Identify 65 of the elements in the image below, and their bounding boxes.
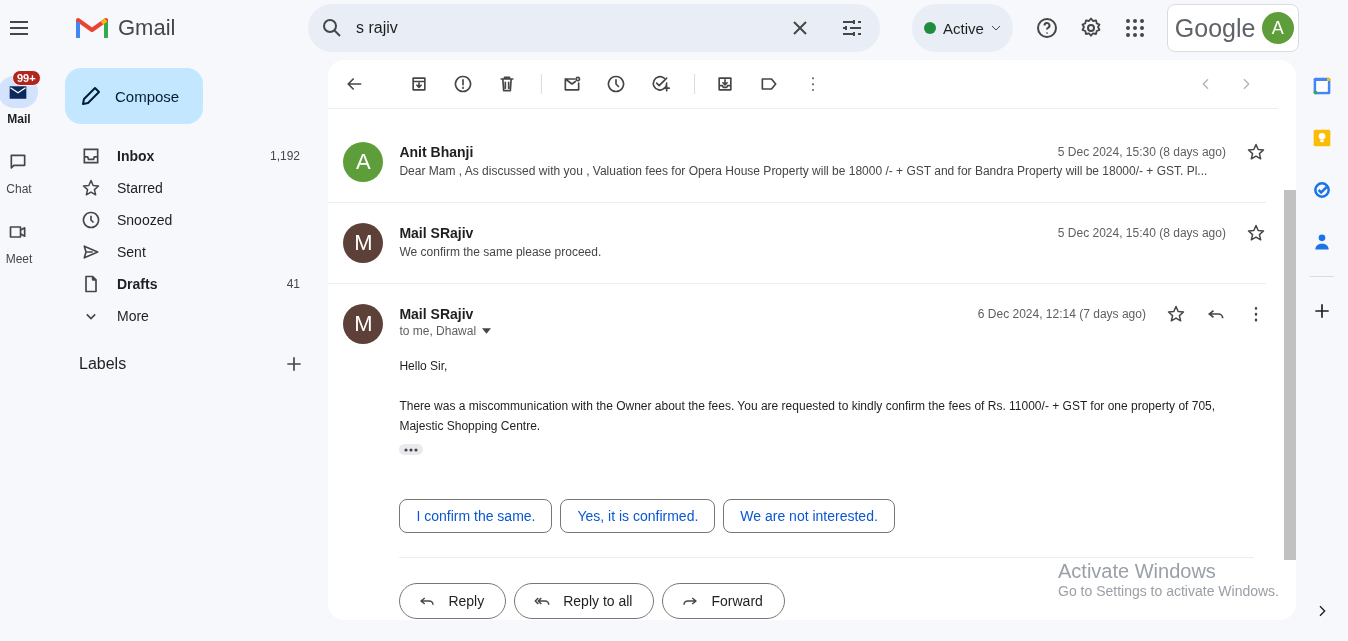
- help-icon[interactable]: [1034, 16, 1059, 40]
- section-heading: Labels: [79, 355, 127, 373]
- caret-icon[interactable]: [482, 328, 492, 334]
- smart-reply-button[interactable]: Yes, it is confirmed.: [560, 499, 716, 533]
- chat-bubble-icon: [8, 152, 28, 172]
- search-bar[interactable]: s rajiv: [308, 4, 880, 52]
- avatar: M: [343, 304, 384, 344]
- rail-item[interactable]: 99+ Mail: [0, 68, 42, 126]
- message-date: 6 Dec 2024, 12:14 (7 days ago): [977, 307, 1146, 321]
- smart-reply-button[interactable]: I confirm the same.: [399, 499, 553, 533]
- avatar: A: [1261, 12, 1294, 44]
- forward-button[interactable]: Forward: [662, 583, 785, 619]
- caret-icon: [990, 25, 1001, 31]
- dots-icon: [404, 447, 419, 452]
- folder-item[interactable]: Sent: [65, 236, 300, 268]
- star-icon: [81, 178, 101, 198]
- compose-button[interactable]: Compose: [65, 68, 203, 124]
- rail-item[interactable]: Chat: [0, 138, 42, 196]
- message-paragraph: Hello Sir,: [399, 358, 449, 375]
- inbox-tray-icon: [81, 146, 101, 166]
- folder-item[interactable]: Starred: [65, 172, 300, 204]
- add-task-icon[interactable]: [650, 74, 671, 94]
- activation-notice-title: Activate Windows: [1058, 560, 1217, 583]
- message-snippet: We confirm the same please proceed.: [399, 245, 603, 259]
- star-icon[interactable]: [1245, 223, 1266, 243]
- message-date: 5 Dec 2024, 15:40 (8 days ago): [1057, 226, 1226, 240]
- app-name: Gmail: [118, 15, 176, 41]
- message-snippet: Dear Mam , As discussed with you , Valuation fees for Opera House Property will be 18000 /- + GST and for Bandra Property will be 18000/- + GST. Pl...: [399, 164, 1209, 178]
- unread-badge: 99+: [12, 70, 41, 86]
- pencil-icon: [79, 84, 103, 108]
- mark-unread-icon[interactable]: [562, 74, 583, 94]
- sender-name: Mail SRajiv: [399, 306, 475, 322]
- folder-item[interactable]: Inbox 1,192: [65, 140, 300, 172]
- recipients: to me, Dhawal: [399, 324, 477, 338]
- reply-button[interactable]: Reply: [399, 583, 507, 619]
- reply-all-button[interactable]: Reply to all: [514, 583, 655, 619]
- message-row[interactable]: M Mail SRajiv 5 Dec 2024, 15:40 (8 days ago) We confirm the same please proceed.: [328, 203, 1266, 284]
- folder-item[interactable]: More: [65, 300, 300, 332]
- envelope-m-logo-icon: [76, 16, 108, 40]
- send-icon: [81, 242, 101, 262]
- message-paragraph: There was a miscommunication with the Owner about the fees. You are requested to kindly confirm the fees of Rs. 11000/- + GST for one property of 705, Majestic Shopping Centre.: [399, 398, 1217, 435]
- account-button[interactable]: Google A: [1166, 4, 1299, 52]
- sender-name: Mail SRajiv: [399, 225, 475, 241]
- avatar: M: [343, 223, 384, 263]
- search-input[interactable]: s rajiv: [356, 19, 780, 37]
- add-icon[interactable]: [284, 354, 304, 374]
- status-button[interactable]: Active: [912, 4, 1013, 52]
- clock-icon: [81, 210, 101, 230]
- message-row[interactable]: A Anit Bhanji 5 Dec 2024, 15:30 (8 days ago) Dear Mam , As discussed with you , Valuation fees for Opera House Property will be 18000 /- + GST and for Bandra Property will be 18000/- + GST. Pl...: [328, 122, 1266, 203]
- status-dot-icon: [924, 22, 936, 34]
- message-date: 5 Dec 2024, 15:30 (8 days ago): [1057, 145, 1226, 159]
- folder-item[interactable]: Snoozed: [65, 204, 300, 236]
- sender-name: Anit Bhanji: [399, 144, 475, 160]
- activation-notice-text: Go to Settings to activate Windows.: [1058, 583, 1279, 599]
- clock-icon[interactable]: [606, 74, 627, 94]
- folder-item[interactable]: Drafts 41: [65, 268, 300, 300]
- show-trimmed-button[interactable]: [399, 444, 424, 455]
- report-spam-icon[interactable]: [453, 74, 474, 94]
- rail-item[interactable]: Meet: [0, 208, 42, 266]
- avatar: A: [343, 142, 384, 182]
- star-icon[interactable]: [1245, 142, 1266, 162]
- task-check-icon[interactable]: [1311, 180, 1332, 200]
- smart-reply-button[interactable]: We are not interested.: [723, 499, 895, 533]
- calendar-icon[interactable]: [1311, 76, 1332, 96]
- star-icon[interactable]: [1165, 304, 1186, 324]
